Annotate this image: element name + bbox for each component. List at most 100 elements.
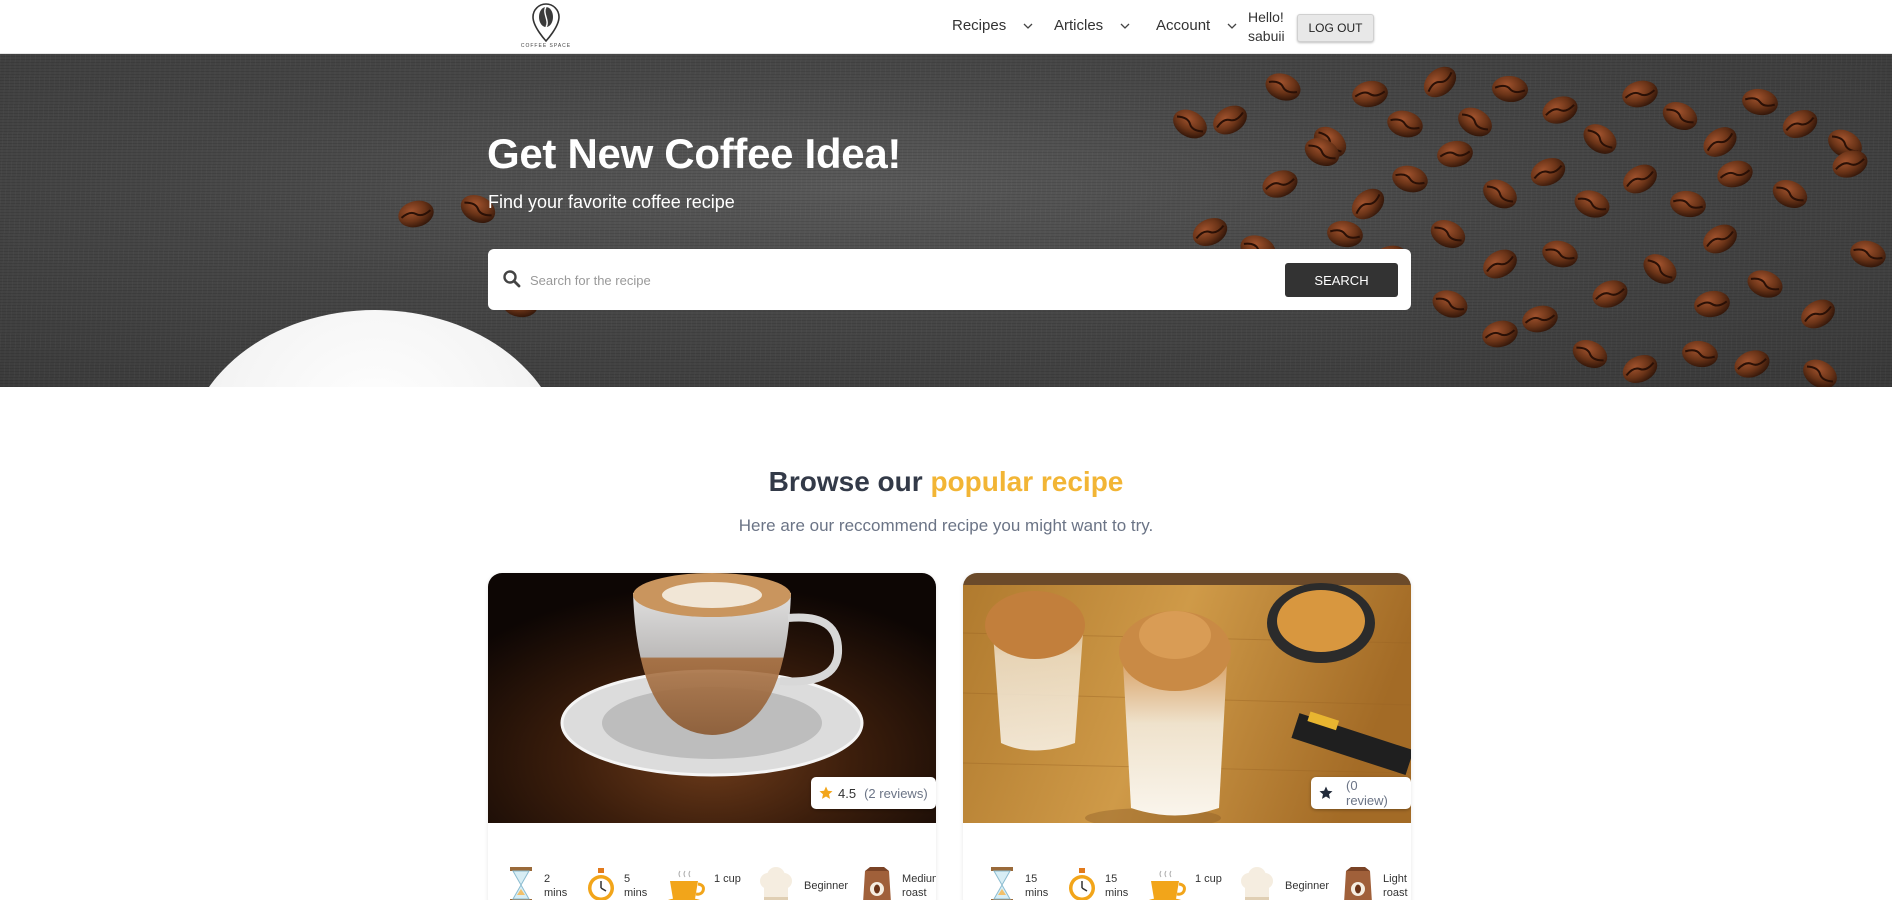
coffee-bean [1392, 165, 1428, 193]
coffee-bean [1583, 124, 1617, 154]
serving-text: 1 cup [1195, 873, 1222, 885]
prep-time: 15 mins [987, 865, 1055, 900]
coffee-bean-logo-icon [532, 3, 560, 42]
coffee-bean [1458, 107, 1492, 137]
brew-time: 5 mins [586, 865, 654, 900]
coffee-bean [1327, 220, 1363, 248]
coffee-bean [1622, 354, 1658, 384]
hero-subtitle: Find your favorite coffee recipe [488, 192, 735, 212]
hero-title: Get New Coffee Idea! [487, 130, 902, 177]
prep-time-text: 2 mins [544, 873, 568, 899]
prep-time-text: 15 mins [1025, 873, 1049, 899]
coffee-bean [1574, 190, 1610, 218]
nav-recipes[interactable]: Recipes [952, 17, 1034, 34]
recipe-meta: 2 mins 5 mins 1 cup Beginner Medium roas… [506, 865, 936, 900]
nav-articles-label: Articles [1054, 17, 1104, 34]
coffee-cup-icon [667, 870, 705, 900]
coffee-bean [1694, 290, 1730, 318]
nav-account-label: Account [1156, 17, 1211, 34]
star-icon [819, 786, 833, 799]
user-greeting: Hello! sabuii [1248, 8, 1285, 46]
coffee-bean [1717, 160, 1753, 188]
coffee-bean [1423, 66, 1457, 98]
coffee-bean [1682, 340, 1718, 368]
recipe-card[interactable]: 4.5 (2 reviews) 2 mins 5 mins 1 cup Begi… [488, 573, 936, 900]
skill-level: Beginner [756, 865, 848, 900]
coffee-bean [1850, 240, 1886, 268]
coffee-bean [1572, 339, 1608, 369]
coffee-bean [1387, 110, 1423, 138]
serving: 1 cup [666, 865, 744, 900]
coffee-bean [1430, 219, 1466, 249]
coffee-bean [1213, 105, 1247, 135]
coffee-bean [1492, 75, 1528, 103]
coffee-bean [1530, 157, 1566, 187]
section-title-accent: popular recipe [930, 466, 1124, 497]
coffee-bean [1483, 249, 1517, 279]
coffee-bean [1734, 350, 1770, 378]
section-subtitle: Here are our reccommend recipe you might… [738, 516, 1154, 535]
coffee-bean [1542, 240, 1578, 268]
site-logo[interactable]: COFFEE SPACE [518, 2, 574, 52]
coffee-bean [1483, 179, 1517, 209]
chevron-down-icon [1227, 23, 1237, 29]
coffee-bean [1351, 188, 1385, 220]
nav-articles[interactable]: Articles [1054, 17, 1131, 34]
coffee-bean [1262, 170, 1298, 198]
coffee-cup-icon [1148, 870, 1186, 900]
coffee-bean [1643, 254, 1677, 284]
section-title-prefix: Browse our [768, 466, 923, 497]
coffee-bean [1772, 179, 1808, 209]
coffee-bean [1437, 140, 1473, 168]
roast-level-text: Medium roast [902, 873, 936, 899]
chef-hat-icon [760, 867, 792, 900]
nav-account[interactable]: Account [1156, 17, 1238, 34]
coffee-bean [1173, 109, 1207, 139]
brew-time-text: 15 mins [1105, 873, 1129, 899]
roast-level: Light roast [1341, 865, 1411, 900]
hero-banner: Get New Coffee Idea! Find your favorite … [0, 54, 1892, 387]
coffee-bean [1747, 270, 1783, 298]
coffee-bag-icon [1344, 867, 1372, 900]
hourglass-icon [991, 867, 1013, 900]
hourglass-icon [510, 867, 532, 900]
coffee-bean [1703, 224, 1737, 254]
search-button[interactable]: SEARCH [1285, 263, 1398, 297]
review-count: (0 review) [1345, 778, 1388, 808]
chevron-down-icon [1120, 23, 1130, 29]
coffee-bean [1662, 101, 1698, 131]
coffee-bean [1803, 359, 1837, 387]
prep-time: 2 mins [506, 865, 574, 900]
coffee-bean [1622, 80, 1658, 108]
logout-button[interactable]: LOG OUT [1297, 14, 1374, 42]
search-bar: SEARCH [488, 249, 1411, 310]
recipe-image[interactable]: 4.5 (2 reviews) [488, 573, 936, 823]
logo-text: COFFEE SPACE [520, 43, 572, 49]
serving: 1 cup [1147, 865, 1225, 900]
chef-hat-icon [1241, 867, 1273, 900]
coffee-bean [1432, 290, 1468, 318]
roast-level: Medium roast [860, 865, 936, 900]
coffee-bean [1522, 305, 1558, 333]
recipe-meta: 15 mins 15 mins 1 cup Beginner Light roa… [987, 865, 1411, 900]
username: sabuii [1248, 28, 1285, 44]
stopwatch-icon [1069, 868, 1095, 900]
search-icon [503, 270, 521, 288]
coffee-bean [1670, 190, 1706, 218]
recipe-card[interactable]: (0 review) 15 mins 15 mins 1 cup Beginne… [963, 573, 1411, 900]
coffee-bean [1782, 109, 1818, 139]
coffee-bean [1623, 164, 1657, 194]
search-input[interactable] [530, 263, 1230, 297]
coffee-bean [1801, 299, 1835, 329]
coffee-bean [398, 200, 434, 228]
rating-score: 4.5 [838, 785, 857, 801]
recipe-image[interactable]: (0 review) [963, 573, 1411, 823]
coffee-bean [1265, 73, 1301, 101]
coffee-bean [1742, 88, 1778, 116]
stopwatch-icon [588, 868, 614, 900]
coffee-bean [1703, 127, 1737, 157]
roast-level-text: Light roast [1383, 873, 1408, 899]
skill-level: Beginner [1237, 865, 1329, 900]
nav-recipes-label: Recipes [952, 17, 1007, 34]
rating-badge: 4.5 (2 reviews) [811, 777, 936, 809]
